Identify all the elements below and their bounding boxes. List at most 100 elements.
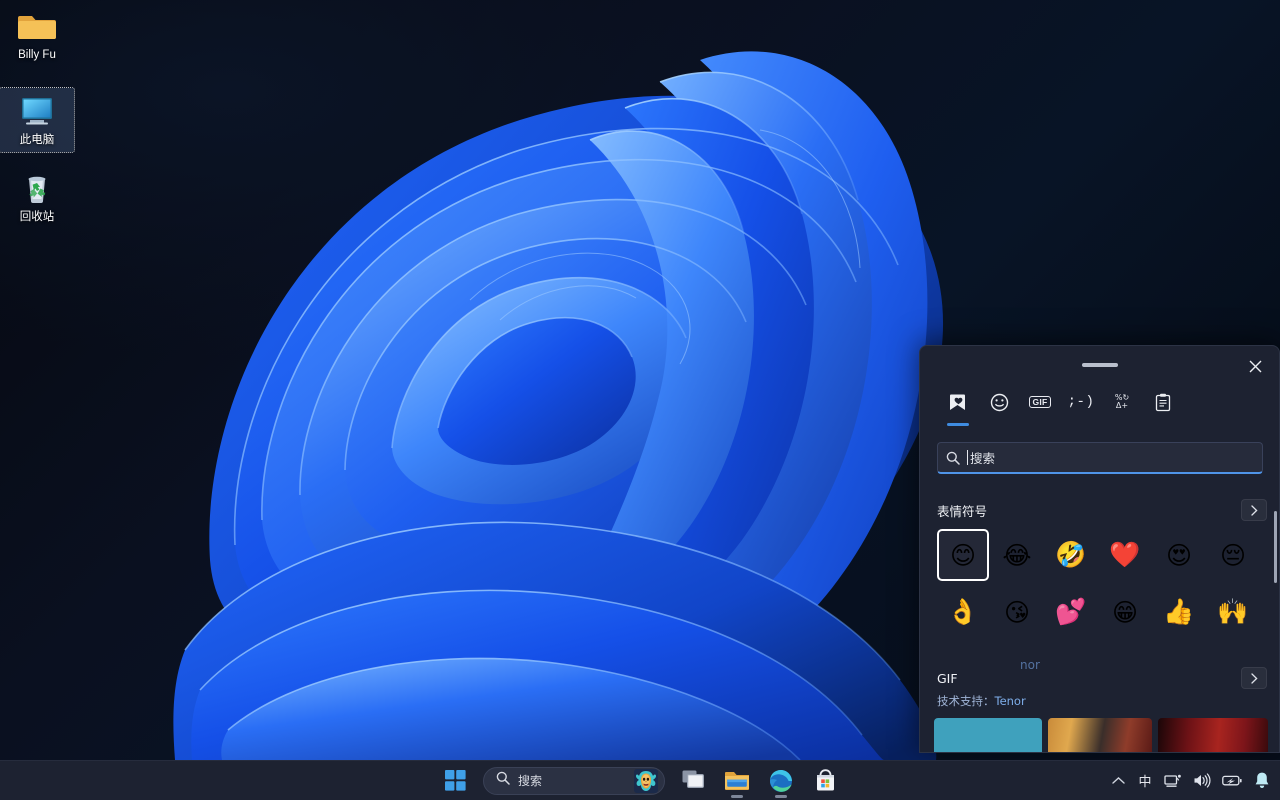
text-caret (967, 450, 968, 465)
desktop-icon-label: 此电脑 (20, 134, 55, 146)
recycle-bin-icon (0, 168, 74, 208)
emoji-button-raising-hands[interactable]: 🙌 (1207, 586, 1259, 638)
smiley-face-icon (990, 393, 1009, 412)
panel-scrollbar-thumb[interactable] (1274, 511, 1277, 583)
emoji-button-tears-of-joy[interactable]: 😂 (991, 529, 1043, 581)
emoji-section-more-button[interactable] (1241, 499, 1267, 521)
system-tray: 中 (1105, 761, 1276, 800)
emoji-glyph: 👍 (1163, 597, 1194, 627)
clipboard-icon (1154, 393, 1172, 412)
recent-tab[interactable] (942, 386, 974, 418)
emoji-glyph: 😂 (1002, 541, 1031, 570)
emoji-section-title: 表情符号 (937, 501, 1241, 520)
emoji-button-smiling-face[interactable]: 😊 (937, 529, 989, 581)
kaomoji-icon: ;-) (1068, 394, 1095, 410)
gif-attribution: 技术支持：Tenor (937, 693, 1026, 709)
file-explorer-button[interactable] (717, 763, 757, 799)
gif-section-header: GIF (920, 664, 1279, 692)
emoji-button-pensive-face[interactable]: 😔 (1207, 529, 1259, 581)
emoji-glyph: ❤️ (1109, 540, 1140, 570)
emoji-button-blowing-kiss[interactable]: 😘 (991, 586, 1043, 638)
desktop-icon-this-pc[interactable]: 此电脑 (0, 88, 74, 152)
emoji-button-red-heart[interactable]: ❤️ (1099, 529, 1151, 581)
bell-icon (1253, 771, 1271, 790)
volume-button[interactable] (1188, 764, 1216, 798)
search-input[interactable]: 搜索 (937, 442, 1263, 474)
battery-button[interactable] (1217, 764, 1247, 798)
emoji-glyph: 🤣 (1055, 540, 1086, 570)
store-button[interactable] (805, 763, 845, 799)
kaomoji-tab[interactable]: ;-) (1065, 386, 1097, 418)
search-icon (496, 771, 510, 790)
task-view-icon (682, 770, 705, 791)
emoji-glyph: 😊 (950, 541, 976, 570)
gif-thumbnail-row (934, 718, 1268, 753)
emoji-section-header: 表情符号 (920, 496, 1279, 524)
symbols-icon: %↻Δ+ (1115, 394, 1129, 410)
chevron-right-icon (1251, 673, 1258, 684)
emoji-button-thumbs-up[interactable]: 👍 (1153, 586, 1205, 638)
gif-tab[interactable]: GIF (1024, 386, 1056, 418)
windows-logo-icon (445, 770, 466, 791)
emoji-glyph: 😔 (1220, 541, 1246, 570)
clipboard-tab[interactable] (1147, 386, 1179, 418)
panel-tab-bar: GIF ;-) %↻Δ+ (920, 384, 1279, 420)
gif-section-more-button[interactable] (1241, 667, 1267, 689)
taskbar-search-placeholder: 搜索 (518, 772, 634, 789)
gif-icon: GIF (1029, 396, 1051, 409)
search-icon (946, 451, 960, 465)
emoji-button-heart-eyes[interactable]: 😍 (1153, 529, 1205, 581)
this-pc-monitor-icon (0, 91, 74, 131)
emoji-glyph: 🙌 (1217, 597, 1248, 627)
desktop-icon-label: Billy Fu (18, 49, 56, 61)
gif-thumbnail-3[interactable] (1158, 718, 1268, 753)
gif-thumbnail-2[interactable] (1048, 718, 1152, 753)
emoji-glyph: 😍 (1166, 541, 1192, 570)
emoji-glyph: 😁 (1112, 598, 1138, 627)
emoji-button-two-hearts[interactable]: 💕 (1045, 586, 1097, 638)
desktop-screen: Billy Fu 此电脑 (0, 0, 1280, 800)
search-placeholder: 搜索 (970, 448, 995, 467)
desktop-icon-label: 回收站 (20, 211, 55, 223)
desktop-icon-recycle-bin[interactable]: 回收站 (0, 168, 74, 224)
ime-indicator-button[interactable]: 中 (1132, 764, 1158, 798)
microsoft-edge-icon (769, 769, 793, 793)
close-icon[interactable] (1239, 352, 1271, 380)
chevron-right-icon (1251, 505, 1258, 516)
gif-attribution-brand[interactable]: Tenor (995, 694, 1026, 708)
bookmark-heart-icon (949, 393, 968, 412)
start-button[interactable] (435, 763, 475, 799)
ime-chinese-icon: 中 (1138, 771, 1151, 790)
emoji-tab[interactable] (983, 386, 1015, 418)
edge-button[interactable] (761, 763, 801, 799)
network-button[interactable] (1159, 764, 1187, 798)
desktop-icon-billy-fu[interactable]: Billy Fu (0, 6, 74, 62)
folder-icon (0, 6, 74, 46)
emoji-glyph: 👌 (947, 597, 978, 627)
mask-character-avatar[interactable] (634, 769, 658, 793)
panel-drag-handle[interactable] (1082, 363, 1118, 367)
battery-icon (1222, 774, 1242, 787)
emoji-panel: GIF ;-) %↻Δ+ (919, 345, 1280, 753)
gif-section-title: GIF (937, 671, 1241, 686)
taskbar: 搜索 (0, 760, 1280, 800)
chevron-up-icon (1112, 776, 1125, 785)
gif-attribution-prefix: 技术支持： (937, 694, 995, 708)
microsoft-store-icon (814, 769, 837, 792)
network-icon (1164, 773, 1182, 789)
notifications-button[interactable] (1248, 764, 1276, 798)
emoji-glyph: 😘 (1004, 598, 1030, 627)
emoji-glyph: 💕 (1055, 597, 1086, 627)
taskbar-center-group: 搜索 (435, 761, 845, 800)
emoji-button-rofl[interactable]: 🤣 (1045, 529, 1097, 581)
show-hidden-icons-button[interactable] (1105, 764, 1131, 798)
emoji-button-beaming-face[interactable]: 😁 (1099, 586, 1151, 638)
gif-ghost-text: nor (1020, 658, 1040, 672)
emoji-grid: 😊 😂 🤣 ❤️ 😍 😔 👌 😘 💕 😁 👍 🙌 (937, 529, 1265, 643)
task-view-button[interactable] (673, 763, 713, 799)
file-explorer-folder-icon (724, 770, 750, 792)
symbols-tab[interactable]: %↻Δ+ (1106, 386, 1138, 418)
gif-thumbnail-1[interactable] (934, 718, 1042, 753)
emoji-button-ok-hand[interactable]: 👌 (937, 586, 989, 638)
taskbar-search-input[interactable]: 搜索 (483, 767, 665, 795)
